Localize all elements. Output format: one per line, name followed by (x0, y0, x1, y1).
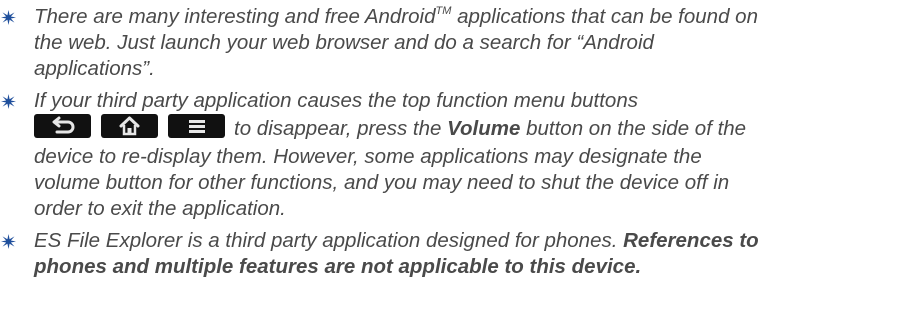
note-item: If your third party application causes t… (0, 88, 902, 222)
note-item: There are many interesting and free Andr… (0, 4, 902, 82)
home-button (101, 114, 158, 138)
note-line: the web. Just launch your web browser an… (34, 31, 654, 54)
star-bullet-icon (1, 94, 16, 109)
note-line: applications”. (34, 57, 155, 80)
emphasis-line: phones and multiple features are not app… (34, 255, 642, 278)
note-line: order to exit the application. (34, 197, 286, 220)
back-button (34, 114, 91, 138)
star-bullet-icon (1, 234, 16, 249)
note-line: to disappear, press the Volume button on… (34, 114, 902, 144)
note-item: ES File Explorer is a third party applic… (0, 228, 902, 280)
note-line: ES File Explorer is a third party applic… (34, 229, 759, 252)
note-line: If your third party application causes t… (34, 89, 638, 112)
menu-button (168, 114, 225, 138)
volume-keyword: Volume (447, 117, 521, 140)
note-line: There are many interesting and free Andr… (34, 5, 758, 28)
note-line: device to re-display them. However, some… (34, 145, 702, 168)
star-bullet-icon (1, 10, 16, 25)
notes-list: There are many interesting and free Andr… (0, 0, 902, 280)
note-line: volume button for other functions, and y… (34, 171, 730, 194)
home-icon (119, 116, 140, 136)
trademark-mark: TM (435, 5, 452, 17)
back-icon (52, 116, 75, 134)
menu-icon (189, 120, 205, 133)
emphasis-text: References to (623, 229, 759, 252)
